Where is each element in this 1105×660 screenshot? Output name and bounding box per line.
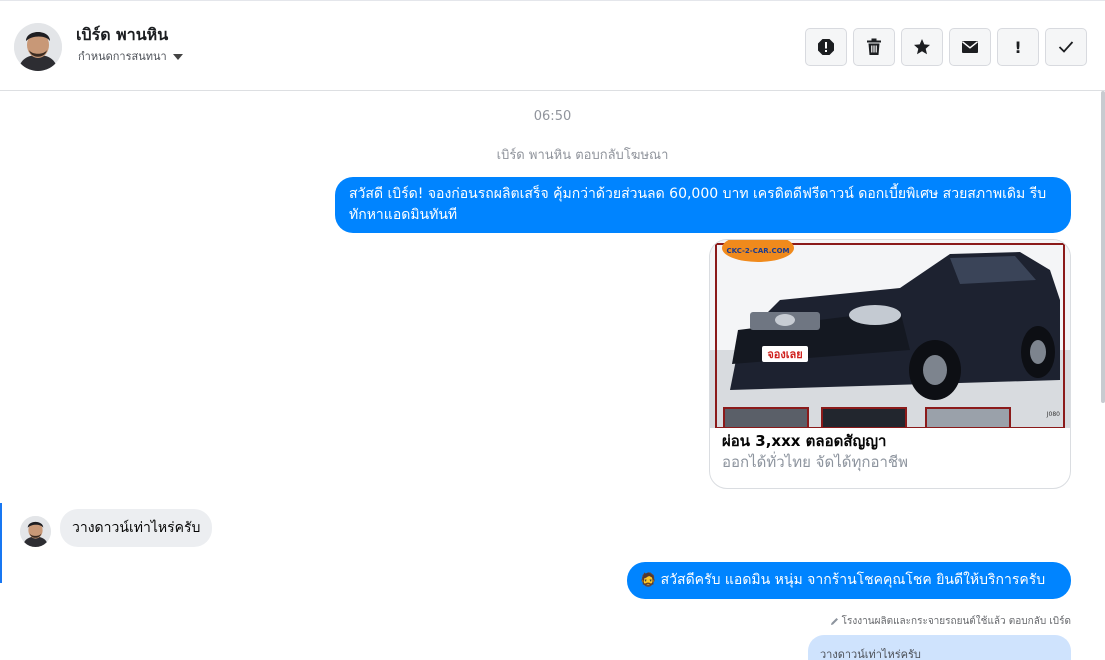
active-message-indicator bbox=[0, 503, 2, 583]
mark-done-button[interactable] bbox=[1045, 28, 1087, 66]
outgoing-message-text: สวัสดีครับ แอดมิน หนุ่ม จากร้านโชคคุณโชค… bbox=[660, 572, 1046, 588]
assign-conversation-dropdown[interactable]: กำหนดการสนทนา bbox=[78, 47, 183, 65]
mark-spam-button[interactable] bbox=[805, 28, 847, 66]
ad-image-corner-label: J080 bbox=[1046, 411, 1060, 418]
ad-card-subtitle: ออกได้ทั่วไทย จัดได้ทุกอาชีพ bbox=[722, 453, 908, 471]
star-button[interactable] bbox=[901, 28, 943, 66]
outgoing-message: สวัสดี เบิร์ด! จองก่อนรถผลิตเสร็จ คุ้มกว… bbox=[335, 177, 1071, 233]
spam-icon bbox=[818, 39, 834, 55]
envelope-icon bbox=[962, 41, 978, 53]
outgoing-message-text: สวัสดี เบิร์ด! จองก่อนรถผลิตเสร็จ คุ้มกว… bbox=[349, 186, 1047, 223]
reply-context-text: โรงงานผลิตและกระจายรถยนต์ใช้แล้ว ตอบกลับ… bbox=[841, 616, 1071, 627]
assign-conversation-label: กำหนดการสนทนา bbox=[78, 50, 167, 63]
scrollbar-thumb[interactable] bbox=[1101, 91, 1105, 403]
mark-unread-button[interactable] bbox=[949, 28, 991, 66]
pencil-icon bbox=[830, 618, 838, 625]
follow-up-button[interactable]: ! bbox=[997, 28, 1039, 66]
exclamation-icon: ! bbox=[1014, 37, 1022, 57]
incoming-message-text: วางดาวน์เท่าไหร่ครับ bbox=[72, 520, 201, 536]
contact-avatar[interactable] bbox=[14, 23, 62, 71]
message-timestamp: 06:50 bbox=[533, 109, 572, 124]
caret-down-icon bbox=[172, 53, 183, 60]
bearded-person-icon: 🧔 bbox=[640, 573, 657, 588]
contact-name: เบิร์ด พานหิน bbox=[76, 25, 169, 44]
trash-icon bbox=[867, 38, 881, 55]
ad-card-image[interactable]: CKC-2-CAR.COM จองเลย J080 bbox=[710, 240, 1070, 428]
ad-card[interactable]: CKC-2-CAR.COM จองเลย J080 ผ่อน 3,xxx ตลอ… bbox=[709, 239, 1071, 489]
ad-reply-notice: เบิร์ด พานหิน ตอบกลับโฆษณา bbox=[496, 148, 669, 163]
incoming-message: วางดาวน์เท่าไหร่ครับ bbox=[60, 509, 213, 547]
message-thread[interactable]: 06:50 เบิร์ด พานหิน ตอบกลับโฆษณา สวัสดี … bbox=[0, 91, 1105, 660]
quoted-message-text: วางดาวน์เท่าไหร่ครับ bbox=[820, 648, 921, 660]
ad-badge-text: จองเลย bbox=[767, 348, 802, 361]
reply-context: โรงงานผลิตและกระจายรถยนต์ใช้แล้ว ตอบกลับ… bbox=[830, 614, 1071, 629]
conversation-header: เบิร์ด พานหิน กำหนดการสนทนา ! bbox=[0, 0, 1105, 91]
conversation-actions: ! bbox=[805, 28, 1087, 66]
checkmark-icon bbox=[1058, 41, 1074, 53]
quoted-message[interactable]: วางดาวน์เท่าไหร่ครับ bbox=[808, 635, 1071, 660]
star-icon bbox=[914, 39, 930, 55]
sender-avatar bbox=[20, 516, 51, 547]
outgoing-message: 🧔 สวัสดีครับ แอดมิน หนุ่ม จากร้านโชคคุณโ… bbox=[627, 562, 1071, 599]
delete-button[interactable] bbox=[853, 28, 895, 66]
ad-brand-logo: CKC-2-CAR.COM bbox=[726, 247, 789, 255]
